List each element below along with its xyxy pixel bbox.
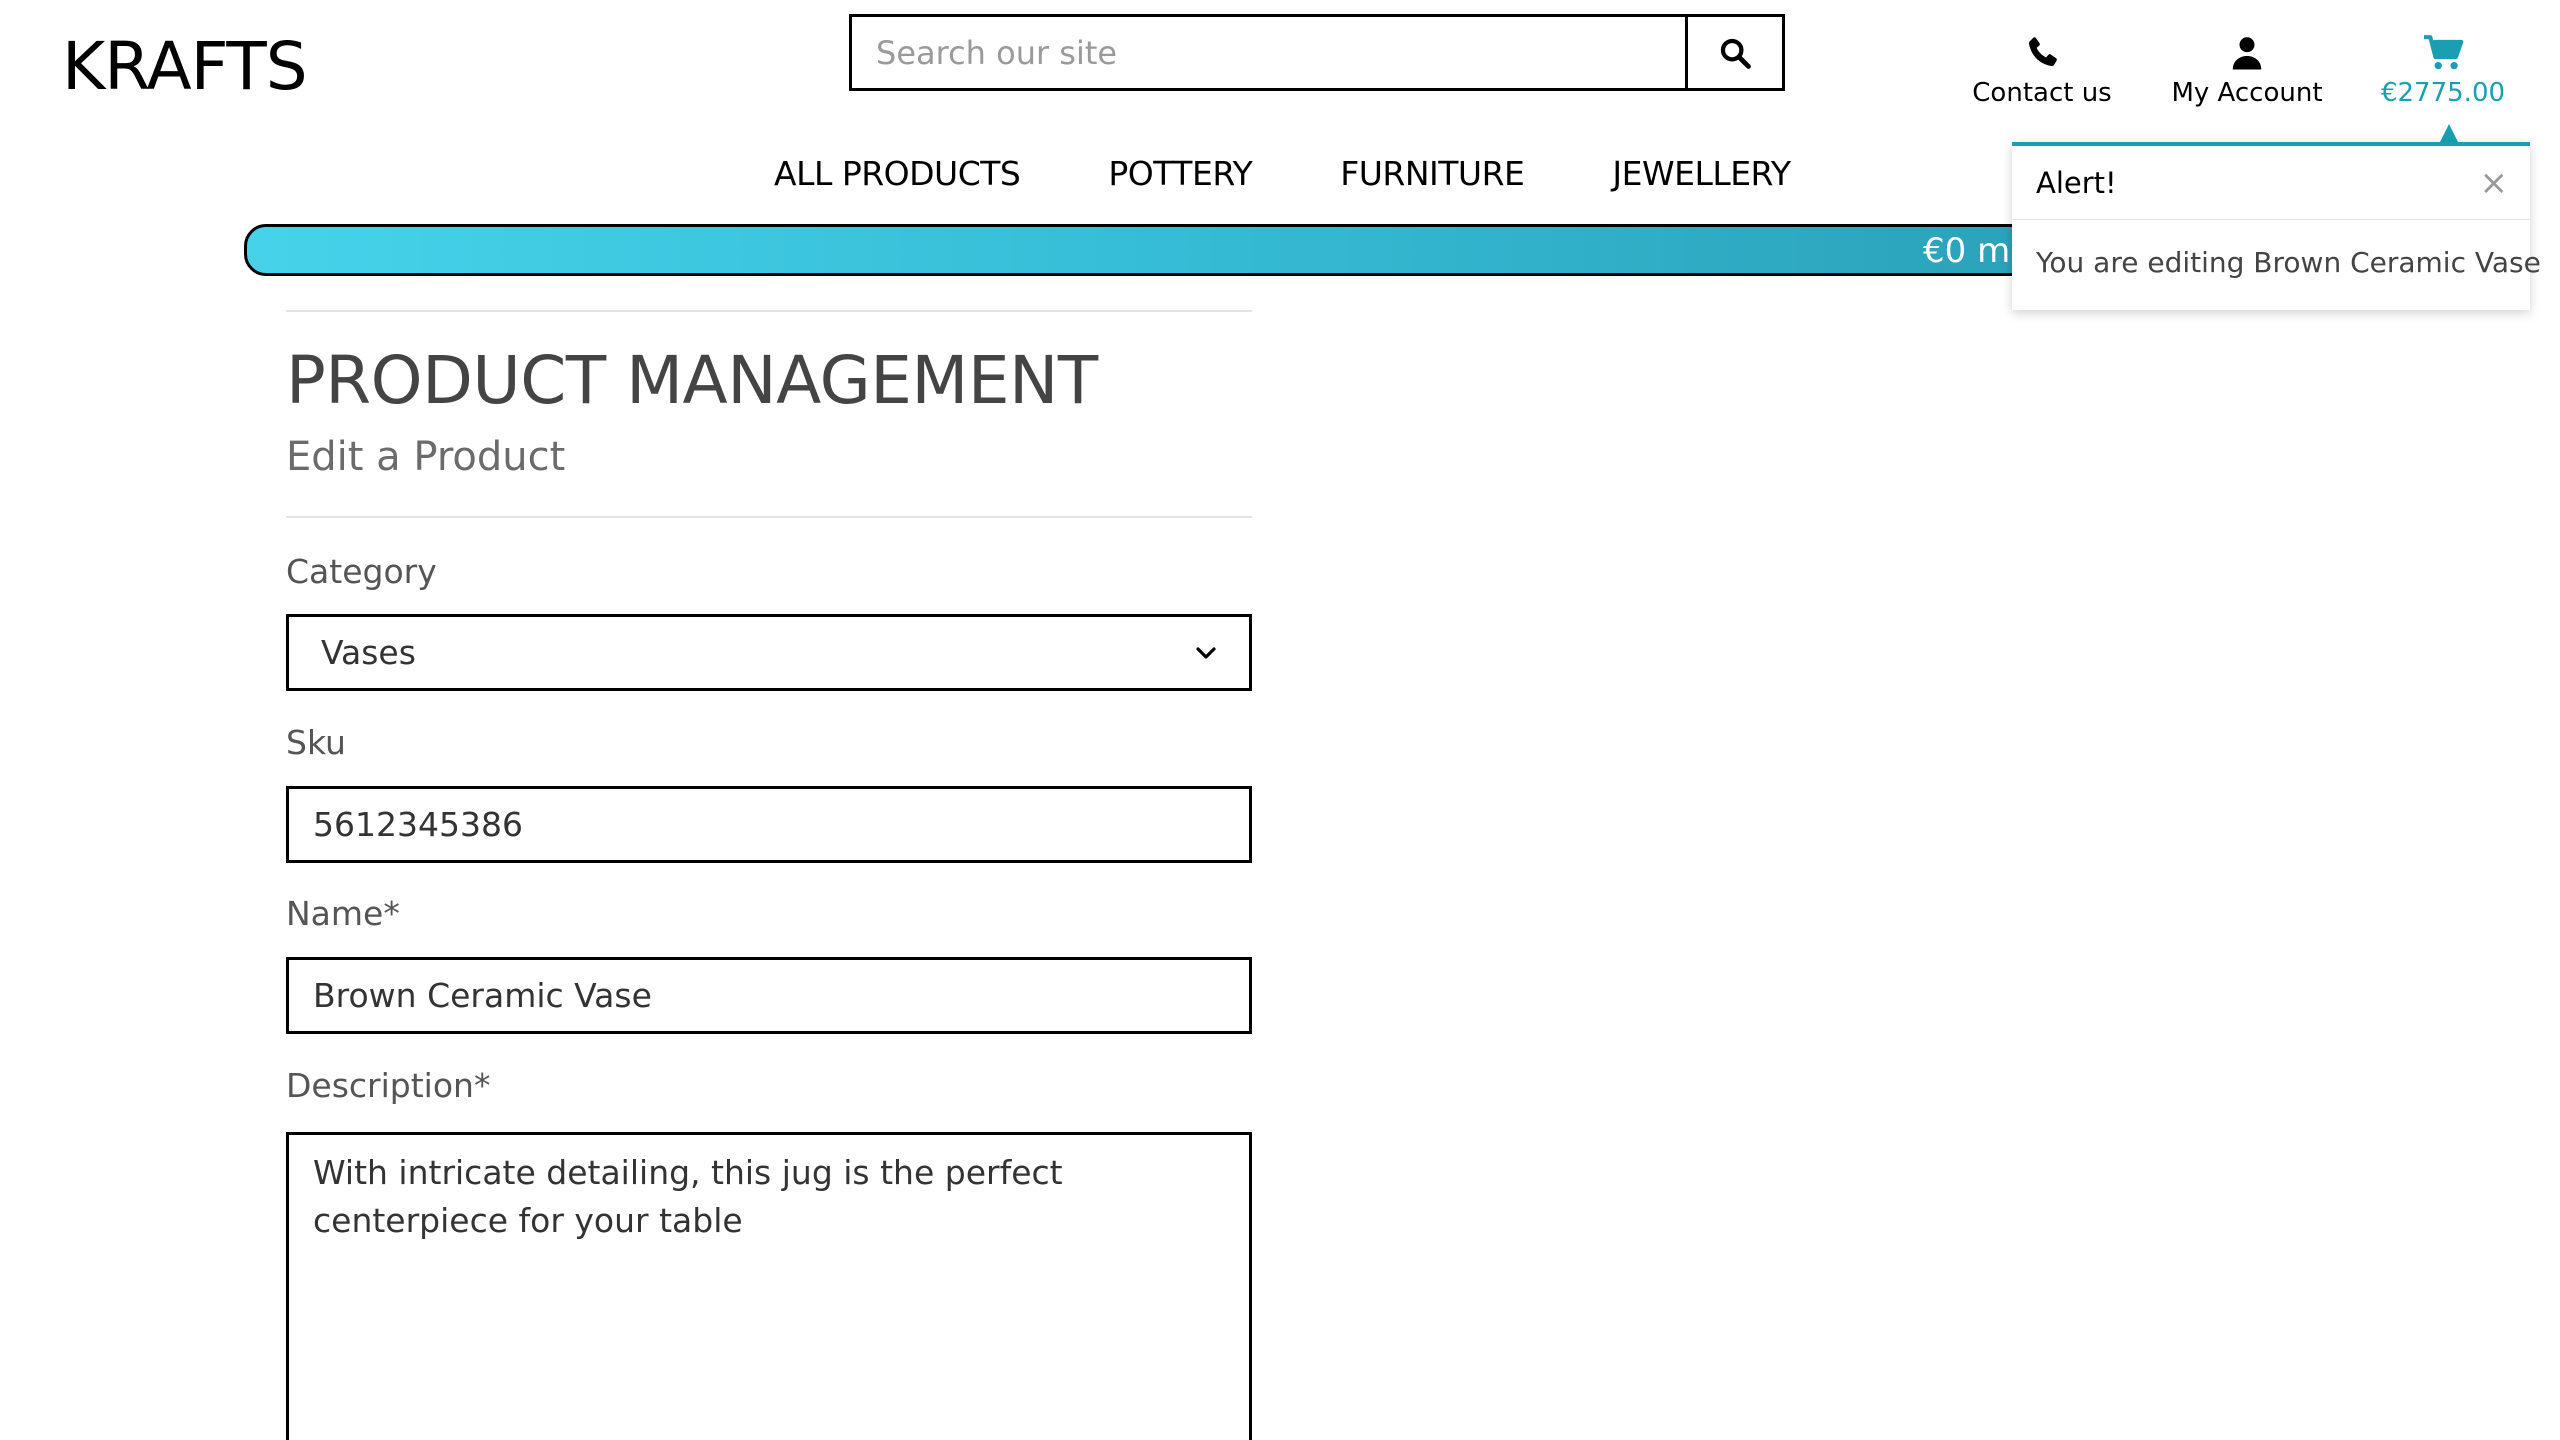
nav-jewellery[interactable]: JEWELLERY [1612,154,1791,193]
toast-header: Alert! × [2012,146,2530,220]
description-label: Description* [286,1066,491,1105]
search-input[interactable] [852,17,1685,88]
close-icon[interactable]: × [2480,163,2509,203]
page: KRAFTS Contact us My Account €2775.00 [0,0,2560,1440]
user-icon [2232,37,2262,70]
search-icon [1720,38,1751,69]
sku-input[interactable] [289,789,1249,860]
delivery-banner: €0 mo [244,224,2084,276]
main-nav: ALL PRODUCTS POTTERY FURNITURE JEWELLERY [774,154,1791,193]
divider [286,310,1252,312]
account-label: My Account [2171,78,2323,108]
page-subtitle: Edit a Product [286,434,566,480]
nav-pottery[interactable]: POTTERY [1108,154,1252,193]
contact-link[interactable]: Contact us [1972,34,2112,108]
search-button[interactable] [1685,17,1782,88]
sku-label: Sku [286,723,346,762]
phone-icon [2028,37,2057,67]
sku-field [286,786,1252,863]
divider [286,516,1252,518]
toast-message: You are editing Brown Ceramic Vase [2036,246,2541,279]
nav-all-products[interactable]: ALL PRODUCTS [774,154,1021,193]
cart-link[interactable]: €2775.00 [2378,34,2508,108]
description-textarea[interactable]: With intricate detailing, this jug is th… [286,1132,1252,1440]
category-label: Category [286,552,437,591]
contact-label: Contact us [1972,78,2112,108]
search-form [849,14,1785,91]
site-logo[interactable]: KRAFTS [62,28,308,105]
toast-title: Alert! [2036,165,2117,200]
category-value: Vases [321,633,416,672]
toast-arrow [2440,124,2458,142]
nav-furniture[interactable]: FURNITURE [1340,154,1525,193]
shopping-cart-icon [2424,35,2464,70]
name-input[interactable] [289,960,1249,1031]
name-label: Name* [286,894,400,933]
page-title: PRODUCT MANAGEMENT [286,342,1098,419]
category-select[interactable]: Vases [286,614,1252,691]
name-field [286,957,1252,1034]
account-link[interactable]: My Account [2171,34,2323,108]
cart-total: €2775.00 [2380,78,2506,108]
alert-toast: Alert! × You are editing Brown Ceramic V… [2012,142,2541,310]
chevron-down-icon [1196,646,1216,659]
